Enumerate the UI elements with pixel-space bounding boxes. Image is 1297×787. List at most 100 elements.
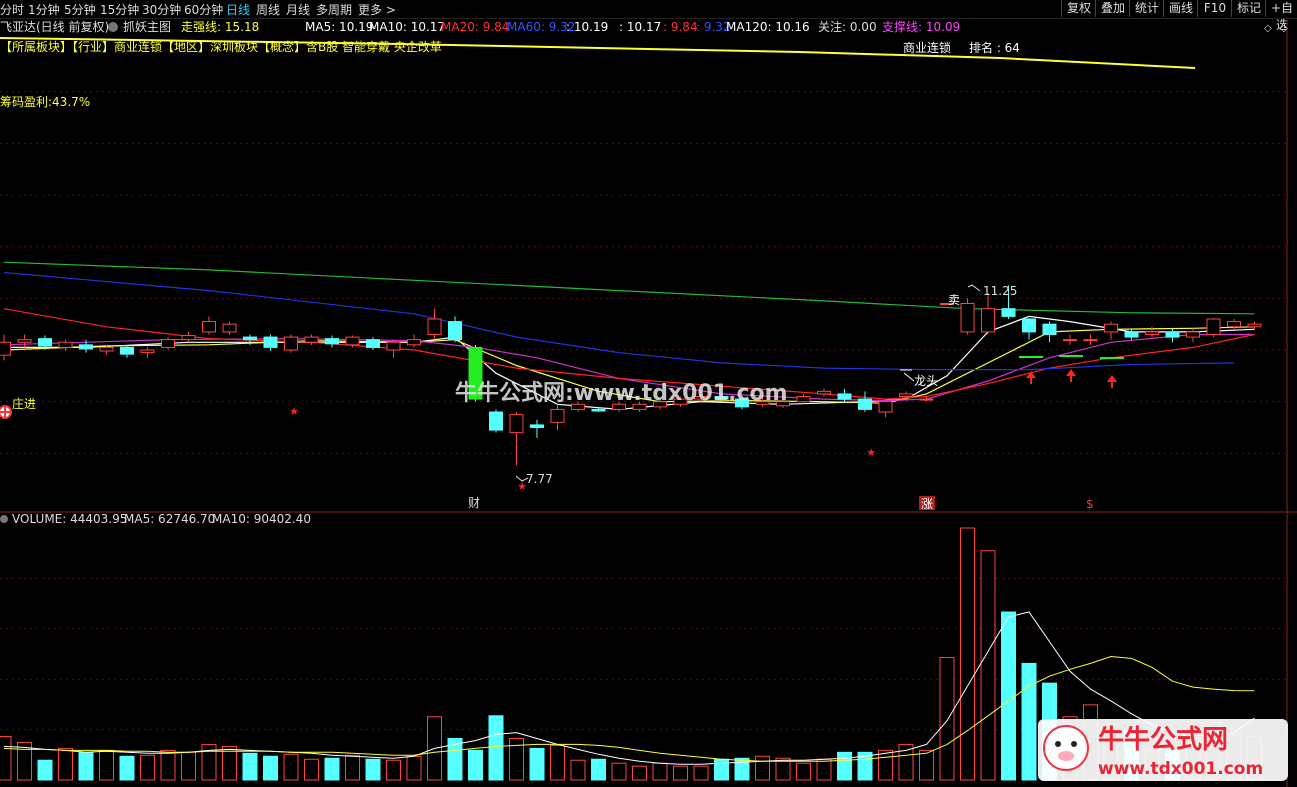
- ma-value-2: MA20: 9.84: [441, 20, 509, 34]
- volume-bar: [406, 755, 422, 781]
- candle-body: [386, 341, 401, 351]
- volume-bar: [58, 747, 73, 781]
- candle-body: [1042, 323, 1057, 335]
- ma-value-1: MA10: 10.17: [369, 20, 445, 34]
- cow-eye: [1071, 741, 1077, 747]
- candle: [796, 393, 811, 405]
- candle-body: [140, 349, 155, 354]
- ma-value-4: : 10.19: [566, 20, 608, 34]
- candle-body: [817, 390, 831, 395]
- candle-body: [38, 338, 52, 347]
- volume-bar: [345, 754, 360, 781]
- ma-value-8: MA120: 10.16: [726, 20, 810, 34]
- support-value: 支撑线: 10.09: [882, 19, 960, 34]
- logo-title: 牛牛公式网: [1098, 725, 1228, 755]
- candle: [858, 391, 872, 412]
- sector-rank: 排名 : 64: [969, 40, 1020, 55]
- buy-arrow-icon: [1107, 375, 1117, 382]
- candle-body: [243, 336, 257, 341]
- candle-body: [1104, 323, 1118, 333]
- candle: [263, 334, 278, 352]
- sector-name: 商业连锁: [903, 40, 951, 55]
- stock-title: 飞亚达(日线 前复权): [0, 19, 109, 34]
- volume-bar: [816, 758, 832, 781]
- volume-bar: [99, 749, 114, 781]
- candle-body: [17, 339, 32, 343]
- volume-bar: [283, 753, 299, 781]
- candle-body: [591, 408, 606, 412]
- candle: [202, 316, 216, 335]
- price-grid: [0, 91, 1287, 731]
- diamond-icon: ◇: [1264, 23, 1272, 34]
- candle: [1104, 321, 1118, 340]
- volume-bar: [673, 765, 688, 781]
- ma-line-4: [3, 271, 1235, 371]
- volume-bar: [365, 758, 381, 781]
- high-price-label: 11.25: [983, 284, 1017, 298]
- candle: [140, 347, 155, 358]
- volume-ma5-value: MA5: 62746.70: [124, 512, 215, 526]
- candle-body: [837, 393, 852, 400]
- volume-ma10-value: MA10: 90402.40: [212, 512, 311, 526]
- candle-body: [919, 398, 934, 401]
- volume-bar: [611, 762, 627, 781]
- candle: [509, 412, 524, 466]
- candle: [120, 344, 134, 358]
- volume-toggle-icon: [0, 515, 8, 523]
- volume-bar: [160, 749, 176, 781]
- candle-body: [796, 396, 811, 403]
- strong-line-value: 走强线: 15.18: [181, 20, 259, 34]
- candle-body: [448, 321, 462, 341]
- candle-body: [858, 398, 872, 410]
- logo-url: www.tdx001.com: [1098, 759, 1263, 779]
- candle-body: [509, 414, 524, 434]
- watermark-text: 牛牛公式网:www.tdx001.com: [455, 380, 788, 406]
- candle-body: [1124, 331, 1139, 338]
- volume-bar: [980, 550, 996, 781]
- volume-bar: [119, 755, 135, 781]
- candle-body: [0, 341, 11, 356]
- volume-bar: [898, 743, 914, 781]
- candle-body: [1001, 308, 1016, 317]
- zhang-signal: 涨: [921, 496, 933, 511]
- ma-value-5: : 10.17: [619, 20, 661, 34]
- volume-bar: [488, 715, 504, 781]
- volume-bar: [324, 757, 340, 781]
- candle-body: [284, 336, 298, 351]
- volume-bar: [140, 754, 155, 781]
- dragon-pointer: [903, 372, 915, 382]
- volume-bar: [0, 736, 12, 781]
- candle: [325, 335, 339, 348]
- candle: [550, 404, 565, 431]
- volume-bar: [550, 744, 565, 781]
- candle: [981, 293, 995, 335]
- candle-body: [181, 335, 196, 341]
- diamond-icon: ◇: [1280, 23, 1288, 34]
- star-icon: ★: [866, 446, 876, 459]
- cai-signal: 财: [468, 496, 480, 510]
- volume-bar: [529, 747, 545, 781]
- candle-body: [960, 303, 975, 333]
- candle-body: [345, 336, 360, 346]
- candle: [17, 334, 32, 348]
- volume-bar: [632, 765, 647, 781]
- buy-arrow-icon: [1066, 369, 1076, 376]
- low-price-label: 7.77: [526, 472, 553, 486]
- ma-line-5: [3, 261, 1255, 315]
- candle: [817, 388, 831, 397]
- candle: [448, 316, 462, 343]
- candle-body: [878, 401, 893, 413]
- kline-chart: 飞亚达(日线 前复权) 抓妖主图 走强线: 15.18 MA5: 10.19MA10:…: [0, 19, 1297, 787]
- candle-body: [1227, 321, 1241, 328]
- candle-body: [325, 338, 339, 345]
- volume-bar: [570, 759, 586, 781]
- cow-logo-icon: [1043, 725, 1089, 771]
- sell-signal: 卖: [948, 293, 960, 307]
- volume-bar: [78, 751, 94, 781]
- volume-bar: [1001, 611, 1016, 781]
- candle: [386, 339, 401, 358]
- candle-body: [161, 339, 175, 348]
- volume-bar: [837, 751, 852, 781]
- dollar-signal: $: [1086, 497, 1094, 511]
- volume-bar: [796, 762, 811, 781]
